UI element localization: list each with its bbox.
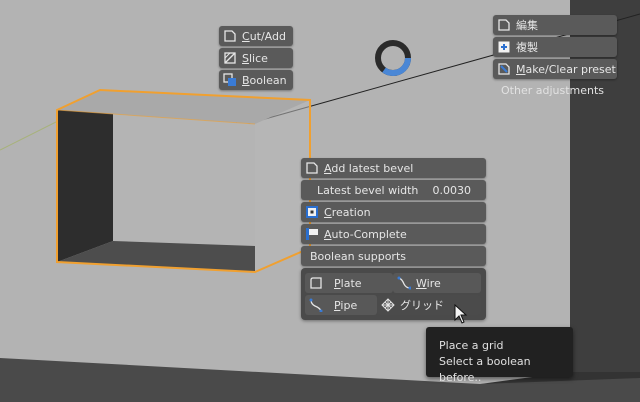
plate-label: Plate xyxy=(334,276,362,290)
other-adjustments-link[interactable]: Other adjustments xyxy=(501,84,604,97)
creation-button[interactable]: Creation xyxy=(301,202,486,222)
boolean-supports-header: Boolean supports xyxy=(301,246,486,266)
slice-icon xyxy=(224,52,236,64)
cut-add-button[interactable]: Cut/Add xyxy=(219,26,293,46)
pipe-button[interactable]: Pipe xyxy=(305,295,377,315)
edit-icon xyxy=(498,19,510,31)
wire-label: Wire xyxy=(416,276,441,290)
duplicate-label: 複製 xyxy=(516,40,538,54)
tooltip-description: Select a boolean before.. xyxy=(439,355,531,384)
auto-complete-label: Auto-Complete xyxy=(324,227,407,241)
boolean-label: Boolean xyxy=(242,73,287,87)
duplicate-icon xyxy=(498,41,510,53)
mouse-cursor-icon xyxy=(454,304,468,324)
wire-icon xyxy=(397,276,411,290)
preset-icon xyxy=(498,63,510,75)
add-latest-bevel-label: Add latest bevel xyxy=(324,161,414,175)
pipe-icon xyxy=(309,298,323,312)
grid-icon xyxy=(381,298,395,312)
cut-add-icon xyxy=(224,30,236,42)
latest-bevel-width-field[interactable]: Latest bevel width 0.0030 xyxy=(301,180,486,200)
edit-button[interactable]: 編集 xyxy=(493,15,617,35)
latest-bevel-width-value: 0.0030 xyxy=(432,183,472,197)
pipe-label: Pipe xyxy=(334,298,358,312)
duplicate-button[interactable]: 複製 xyxy=(493,37,617,57)
slice-label: Slice xyxy=(242,51,268,65)
plate-icon xyxy=(310,277,322,289)
grid-label: グリッド xyxy=(400,298,444,312)
tooltip-title: Place a grid xyxy=(439,339,504,352)
slice-button[interactable]: Slice xyxy=(219,48,293,68)
boolean-button[interactable]: Boolean xyxy=(219,70,293,90)
cut-add-label: Cut/Add xyxy=(242,29,286,43)
creation-label: Creation xyxy=(324,205,371,219)
boolean-supports-label: Boolean supports xyxy=(310,249,407,263)
plate-button[interactable]: Plate xyxy=(305,273,393,293)
boolean-icon xyxy=(223,73,236,86)
edit-label: 編集 xyxy=(516,18,538,32)
make-clear-preset-label: Make/Clear preset xyxy=(516,62,616,76)
latest-bevel-width-label: Latest bevel width xyxy=(317,183,419,197)
grid-tooltip: Place a grid Select a boolean before.. xyxy=(426,327,573,384)
add-latest-bevel-button[interactable]: Add latest bevel xyxy=(301,158,486,178)
auto-complete-button[interactable]: Auto-Complete xyxy=(301,224,486,244)
auto-complete-icon xyxy=(306,228,318,240)
make-clear-preset-button[interactable]: Make/Clear preset xyxy=(493,59,617,79)
wire-button[interactable]: Wire xyxy=(393,273,481,293)
bevel-icon xyxy=(306,162,318,174)
creation-icon xyxy=(306,206,318,218)
